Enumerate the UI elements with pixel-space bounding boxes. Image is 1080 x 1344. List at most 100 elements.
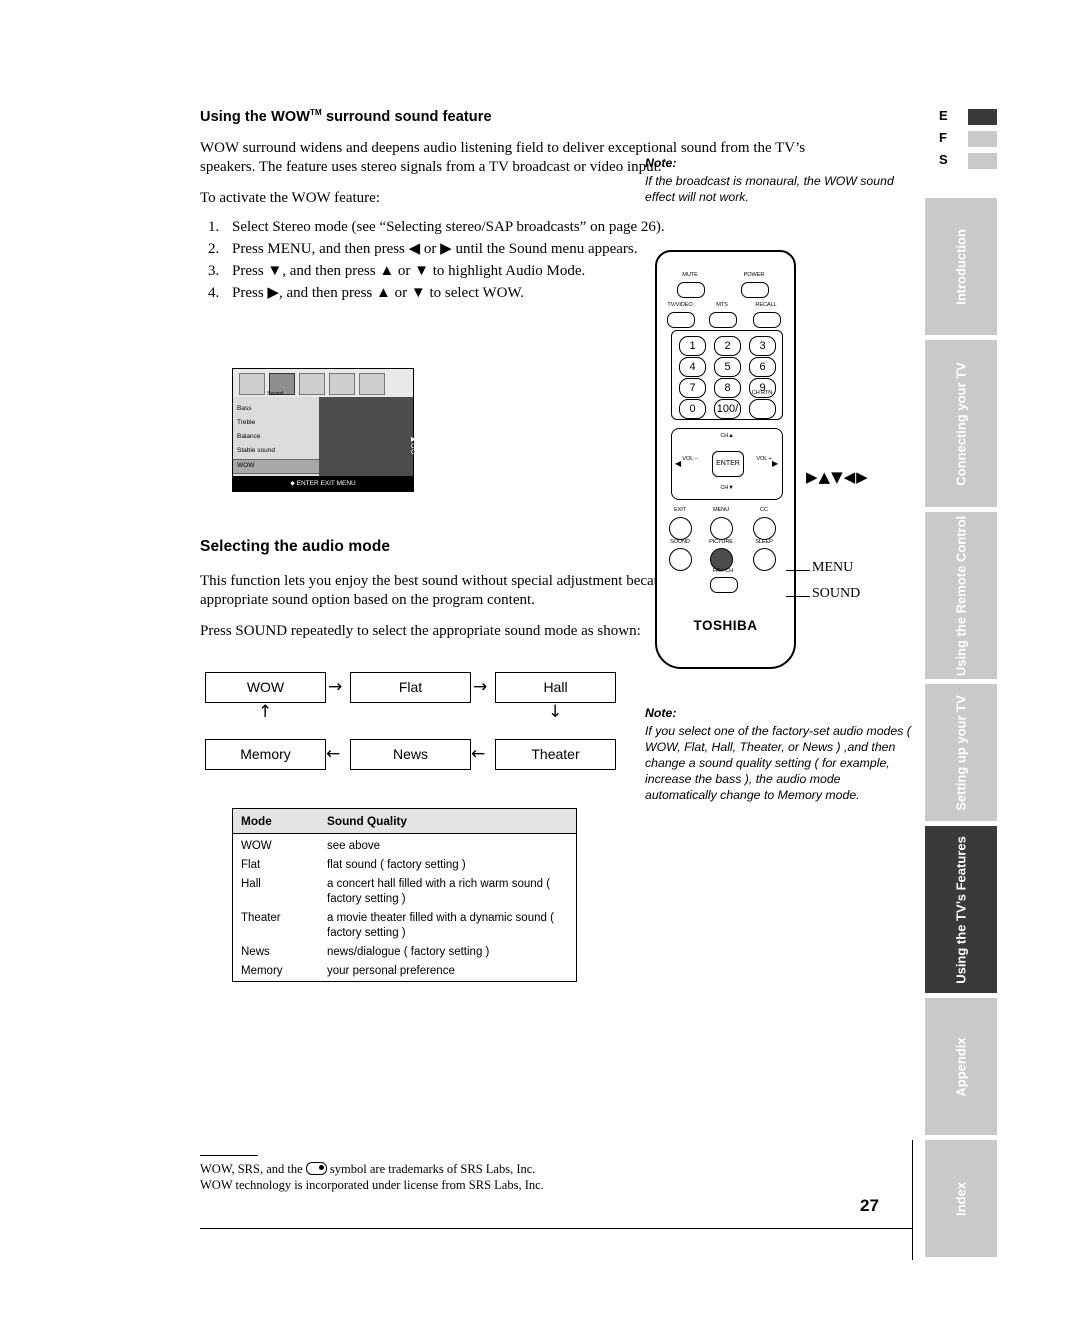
section-title-wow-pre: Using the WOW xyxy=(200,108,311,125)
osd-footer-hint: ⬥ ENTER EXIT MENU xyxy=(233,476,413,491)
flow-arrow-theater-to-news: ← xyxy=(471,744,486,764)
sidebar-item-label: Index xyxy=(953,1181,969,1216)
callout-leader-menu xyxy=(786,570,810,571)
remote-label-cc: CC xyxy=(760,507,768,513)
remote-numpad: 1 2 3 4 5 6 7 8 9 0 100/ CH RTN xyxy=(671,330,783,420)
callout-direction-buttons: ▶▲▼◀▶ xyxy=(806,468,869,486)
setup-menu-icon xyxy=(329,373,355,395)
remote-button-mute[interactable] xyxy=(677,282,705,298)
remote-button-fav-ch[interactable] xyxy=(710,577,738,593)
flow-box-wow: WOW xyxy=(205,672,326,703)
remote-label-recall: RECALL xyxy=(755,302,777,308)
sidebar-item-using-the-remote-control[interactable]: Using the Remote Control xyxy=(925,512,997,679)
sidebar-item-introduction[interactable]: Introduction xyxy=(925,198,997,335)
remote-label-menu: MENU xyxy=(712,507,730,513)
flow-arrow-news-to-memory: ← xyxy=(326,744,341,764)
sidebar-item-label: Using the TV’s Features xyxy=(953,835,969,984)
remote-label-mts: MTS xyxy=(716,302,728,308)
remote-label-ch-rtn: CH RTN xyxy=(751,390,773,396)
page-number-rule xyxy=(912,1140,913,1260)
cell-quality: a movie theater filled with a dynamic so… xyxy=(327,912,554,939)
remote-button-3[interactable]: 3 xyxy=(749,336,776,356)
cell-mode: Hall xyxy=(241,878,261,890)
remote-button-100[interactable]: 100/ xyxy=(714,399,741,419)
sidebar-item-using-the-tvs-features[interactable]: Using the TV’s Features xyxy=(925,826,997,993)
language-tab-f-label: F xyxy=(939,130,947,145)
remote-button-exit[interactable] xyxy=(669,517,692,540)
language-tab-s-label: S xyxy=(939,152,948,167)
step-text: Press ▼, and then press ▲ or ▼ to highli… xyxy=(232,262,586,279)
language-tab-e[interactable]: E xyxy=(925,108,997,128)
flow-box-memory: Memory xyxy=(205,739,326,770)
remote-label-sleep: SLEEP xyxy=(755,539,773,545)
footnote-divider xyxy=(200,1155,258,1156)
remote-button-sleep[interactable] xyxy=(753,548,776,571)
cell-quality: your personal preference xyxy=(327,965,455,977)
features-menu-icon xyxy=(299,373,325,395)
cell-mode: Flat xyxy=(241,859,261,871)
table-row: News news/dialogue ( factory setting ) xyxy=(233,943,577,962)
remote-button-enter[interactable]: ENTER xyxy=(712,451,744,477)
picture-menu-icon xyxy=(239,373,265,395)
remote-button-7[interactable]: 7 xyxy=(679,378,706,398)
step-number: 2. xyxy=(208,240,220,257)
step-number: 4. xyxy=(208,284,220,301)
page-bottom-rule xyxy=(200,1228,912,1229)
remote-button-recall[interactable] xyxy=(753,312,781,328)
list-item: 1. Select Stereo mode (see “Selecting st… xyxy=(200,218,840,237)
table-row: Memory your personal preference xyxy=(233,962,577,982)
sidebar-item-index[interactable]: Index xyxy=(925,1140,997,1257)
remote-button-1[interactable]: 1 xyxy=(679,336,706,356)
language-tab-s-block xyxy=(968,153,997,169)
remote-button-mts[interactable] xyxy=(709,312,737,328)
cell-quality: see above xyxy=(327,840,381,852)
language-tab-f-block xyxy=(968,131,997,147)
step-number: 3. xyxy=(208,262,220,279)
column-header-mode: Mode xyxy=(232,808,319,834)
sidebar-item-setting-up-your-tv[interactable]: Setting up your TV xyxy=(925,684,997,821)
remote-label-mute: MUTE xyxy=(682,272,698,278)
remote-button-menu[interactable] xyxy=(710,517,733,540)
remote-button-ch-rtn[interactable] xyxy=(749,399,776,419)
left-arrow-icon: ◀ xyxy=(674,459,682,468)
remote-label-ch-down: CH▼ xyxy=(720,485,734,491)
remote-button-5[interactable]: 5 xyxy=(714,357,741,377)
cell-mode: Memory xyxy=(241,965,283,977)
remote-button-4[interactable]: 4 xyxy=(679,357,706,377)
cell-quality: news/dialogue ( factory setting ) xyxy=(327,946,490,958)
footnote: WOW, SRS, and the symbol are trademarks … xyxy=(200,1160,760,1193)
channel-menu-icon xyxy=(359,373,385,395)
osd-row-balance: Balance xyxy=(237,433,261,440)
step-number: 1. xyxy=(208,218,220,235)
flow-box-news: News xyxy=(350,739,471,770)
language-tab-e-block xyxy=(968,109,997,125)
footnote-line-2: WOW technology is incorporated under lic… xyxy=(200,1178,544,1192)
remote-button-tv-video[interactable] xyxy=(667,312,695,328)
language-tab-f[interactable]: F xyxy=(925,130,997,150)
note-text: If the broadcast is monaural, the WOW so… xyxy=(645,174,894,204)
sidebar-item-appendix[interactable]: Appendix xyxy=(925,998,997,1135)
remote-button-2[interactable]: 2 xyxy=(714,336,741,356)
callout-leader-sound xyxy=(786,596,810,597)
flow-arrow-hall-to-theater: ↓ xyxy=(548,702,563,722)
remote-button-0[interactable]: 0 xyxy=(679,399,706,419)
remote-button-sound[interactable] xyxy=(669,548,692,571)
language-tab-s[interactable]: S xyxy=(925,152,997,172)
audio-mode-flow-diagram: WOW Flat Hall Memory News Theater → → ↓ … xyxy=(205,672,625,782)
section-title-wow: Using the WOWTM surround sound feature xyxy=(200,108,840,125)
callout-sound-button: SOUND xyxy=(812,586,861,601)
flow-box-hall: Hall xyxy=(495,672,616,703)
remote-button-cc[interactable] xyxy=(753,517,776,540)
page-number: 27 xyxy=(860,1196,879,1215)
note-memory-mode: Note: If you select one of the factory-s… xyxy=(645,705,913,803)
note-text: If you select one of the factory-set aud… xyxy=(645,724,911,802)
step-text: Press ▶, and then press ▲ or ▼ to select… xyxy=(232,284,525,301)
remote-button-6[interactable]: 6 xyxy=(749,357,776,377)
srs-symbol-icon xyxy=(305,1162,327,1175)
table-row: Hall a concert hall filled with a rich w… xyxy=(233,875,577,909)
remote-button-8[interactable]: 8 xyxy=(714,378,741,398)
table-row: Theater a movie theater filled with a dy… xyxy=(233,909,577,943)
section-title-wow-post: surround sound feature xyxy=(321,108,492,125)
sidebar-item-connecting-your-tv[interactable]: Connecting your TV xyxy=(925,340,997,507)
remote-button-power[interactable] xyxy=(741,282,769,298)
